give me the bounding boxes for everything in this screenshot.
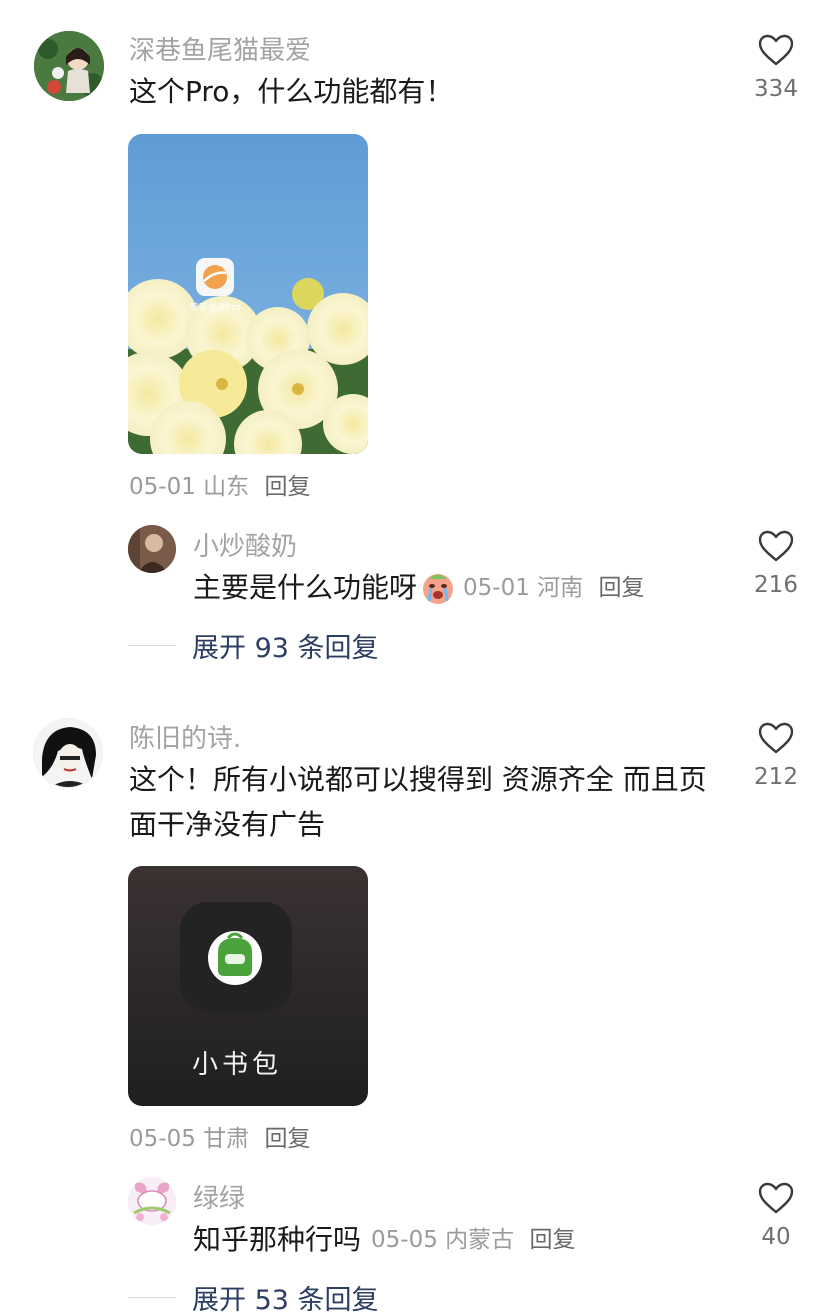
reply-date: 05-01 xyxy=(463,575,530,601)
reply-date: 05-05 xyxy=(371,1227,438,1253)
comment-text-line-1: 这个！所有小说都可以搜得到 资源齐全 而且页 xyxy=(129,763,707,796)
heart-outline-icon xyxy=(758,34,794,66)
avatar[interactable] xyxy=(34,31,104,101)
expand-replies-button[interactable]: 展开 93 条回复 xyxy=(128,626,379,665)
like-count: 212 xyxy=(754,764,798,790)
app-label: 小书包 xyxy=(192,1050,283,1080)
expand-replies-label: 展开 53 条回复 xyxy=(192,1285,379,1313)
like-count: 40 xyxy=(761,1224,791,1250)
username[interactable]: 陈旧的诗. xyxy=(129,718,241,755)
comment-text-line-2: 面干净没有广告 xyxy=(129,808,326,841)
reply-location: 河南 xyxy=(537,575,584,601)
divider-line xyxy=(128,645,176,646)
divider-line xyxy=(128,1297,176,1298)
like-button[interactable]: 334 xyxy=(736,34,816,102)
reply-meta: 05-01 河南 回复 xyxy=(463,566,644,610)
avatar[interactable] xyxy=(33,718,103,788)
like-count: 216 xyxy=(754,572,798,598)
username[interactable]: 深巷鱼尾猫最爱 xyxy=(129,30,311,67)
username[interactable]: 小炒酸奶 xyxy=(193,526,297,563)
comment-date: 05-01 xyxy=(129,474,196,500)
reply-text-row: 知乎那种行吗 05-05 内蒙古 回复 xyxy=(193,1218,575,1262)
comment-location: 甘肃 xyxy=(203,1126,250,1152)
expand-replies-label: 展开 93 条回复 xyxy=(192,633,379,664)
comment-image[interactable]: 极客星球Pro xyxy=(128,134,368,454)
comment-text: 这个Pro，什么功能都有！ xyxy=(129,75,454,108)
heart-outline-icon xyxy=(758,722,794,754)
reply-text-row: 主要是什么功能呀 05-01 河南 回复 xyxy=(193,566,644,610)
comment-meta: 05-01 山东 回复 xyxy=(129,467,310,501)
reply-button[interactable]: 回复 xyxy=(529,1227,575,1253)
reply-button[interactable]: 回复 xyxy=(264,1126,310,1152)
crying-emoji-icon xyxy=(421,571,455,605)
like-button[interactable]: 212 xyxy=(736,722,816,790)
expand-replies-button[interactable]: 展开 53 条回复 xyxy=(128,1278,379,1313)
comment-location: 山东 xyxy=(203,474,250,500)
comment-image[interactable]: 小书包 xyxy=(128,866,368,1106)
username[interactable]: 绿绿 xyxy=(193,1178,245,1215)
reply-button[interactable]: 回复 xyxy=(264,474,310,500)
comment-date: 05-05 xyxy=(129,1126,196,1152)
reply-text: 知乎那种行吗 xyxy=(193,1223,362,1256)
heart-outline-icon xyxy=(758,530,794,562)
reply-meta: 05-05 内蒙古 回复 xyxy=(371,1218,575,1262)
like-button[interactable]: 40 xyxy=(736,1182,816,1250)
reply-button[interactable]: 回复 xyxy=(598,575,644,601)
reply-location: 内蒙古 xyxy=(445,1227,515,1253)
like-count: 334 xyxy=(754,76,798,102)
comment-meta: 05-05 甘肃 回复 xyxy=(129,1119,310,1153)
app-label: 极客星球Pro xyxy=(190,303,241,313)
avatar[interactable] xyxy=(128,525,176,573)
avatar[interactable] xyxy=(128,1177,176,1225)
like-button[interactable]: 216 xyxy=(736,530,816,598)
reply-text: 主要是什么功能呀 xyxy=(193,571,418,604)
heart-outline-icon xyxy=(758,1182,794,1214)
